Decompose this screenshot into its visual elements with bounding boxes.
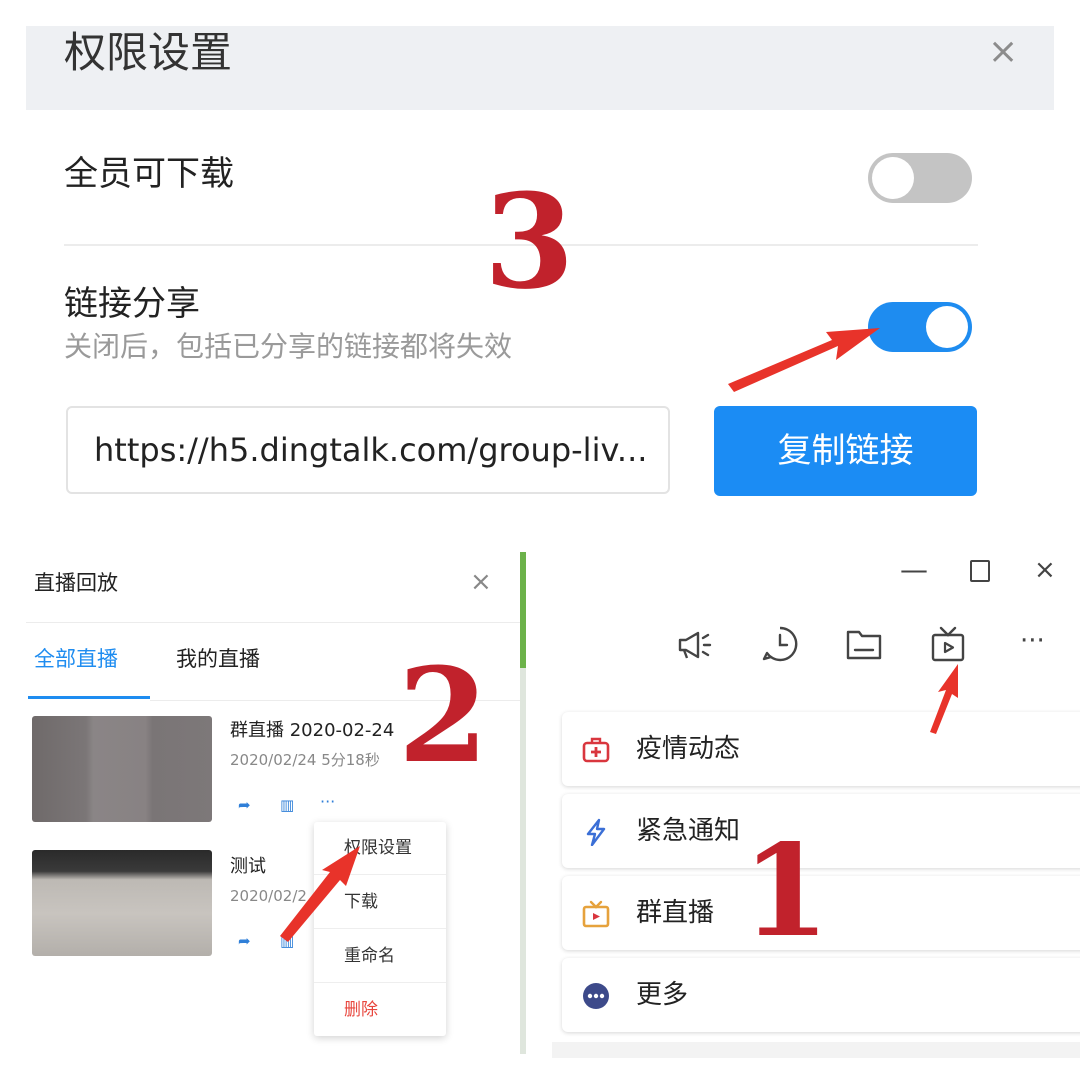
all-download-toggle[interactable] <box>868 153 972 203</box>
link-share-label: 链接分享 <box>64 284 200 324</box>
more-circle-icon <box>583 983 609 1009</box>
recording-thumbnail[interactable] <box>32 850 212 956</box>
live-tv-icon[interactable] <box>928 624 968 664</box>
recording-meta: 2020/02/24 5分18秒 <box>230 751 380 769</box>
menu-item-rename[interactable]: 重命名 <box>314 930 446 983</box>
more-actions-icon[interactable]: ··· <box>320 792 335 811</box>
toggle-knob <box>872 157 914 199</box>
step-1-label: 1 <box>742 817 830 965</box>
tv-icon <box>582 900 610 928</box>
maximize-button[interactable] <box>970 560 990 582</box>
menu-item-download[interactable]: 下载 <box>314 876 446 929</box>
close-icon[interactable]: × <box>470 568 492 596</box>
minimize-button[interactable]: — <box>900 556 928 584</box>
step-2-label: 2 <box>398 639 489 792</box>
close-icon[interactable]: × <box>988 32 1018 72</box>
clock-icon[interactable] <box>760 624 800 664</box>
menu-card-label: 群直播 <box>636 898 715 928</box>
chat-bottom-strip <box>552 1042 1080 1058</box>
recording-title[interactable]: 测试 <box>230 856 266 878</box>
step-3-label: 3 <box>484 165 575 318</box>
menu-item-permission-settings[interactable]: 权限设置 <box>314 822 446 875</box>
chat-window: — × ··· 疫情动态 紧急通知 群直播 更多 <box>526 548 1080 1058</box>
recording-thumbnail[interactable] <box>32 716 212 822</box>
share-icon[interactable]: ➦ <box>238 932 251 950</box>
tab-my-lives[interactable]: 我的直播 <box>176 646 260 672</box>
menu-card-label: 紧急通知 <box>636 816 741 846</box>
tab-all-lives[interactable]: 全部直播 <box>34 646 118 672</box>
lightning-icon <box>586 818 606 846</box>
menu-card-label: 疫情动态 <box>636 734 741 764</box>
folder-icon[interactable] <box>844 624 884 664</box>
active-tab-indicator <box>28 696 150 699</box>
context-menu: 权限设置 下载 重命名 删除 <box>314 822 446 1036</box>
menu-card-more[interactable]: 更多 <box>562 958 1080 1032</box>
menu-item-delete[interactable]: 删除 <box>314 984 446 1037</box>
window-close-button[interactable]: × <box>1034 556 1056 584</box>
all-download-label: 全员可下载 <box>64 154 234 194</box>
menu-card-epidemic[interactable]: 疫情动态 <box>562 712 1080 786</box>
medkit-icon <box>582 737 610 763</box>
share-icon[interactable]: ➦ <box>238 796 251 814</box>
recording-meta: 2020/02/2 <box>230 887 307 905</box>
stats-icon[interactable]: ▥ <box>280 932 294 950</box>
panel-title: 直播回放 <box>34 571 118 595</box>
share-link-field[interactable]: https://h5.dingtalk.com/group-liv... <box>66 406 670 494</box>
stats-icon[interactable]: ▥ <box>280 796 294 814</box>
copy-link-button[interactable]: 复制链接 <box>714 406 977 496</box>
more-icon[interactable]: ··· <box>1020 626 1045 656</box>
megaphone-icon[interactable] <box>674 624 714 664</box>
toggle-knob <box>926 306 968 348</box>
dialog-title: 权限设置 <box>64 28 233 77</box>
replay-panel: 直播回放 × 全部直播 我的直播 群直播 2020-02-24 2020/02/… <box>0 548 520 1058</box>
link-share-toggle[interactable] <box>868 302 972 352</box>
recording-title[interactable]: 群直播 2020-02-24 <box>230 720 394 742</box>
link-share-description: 关闭后，包括已分享的链接都将失效 <box>64 330 513 363</box>
divider <box>26 622 520 623</box>
menu-card-label: 更多 <box>636 980 689 1010</box>
